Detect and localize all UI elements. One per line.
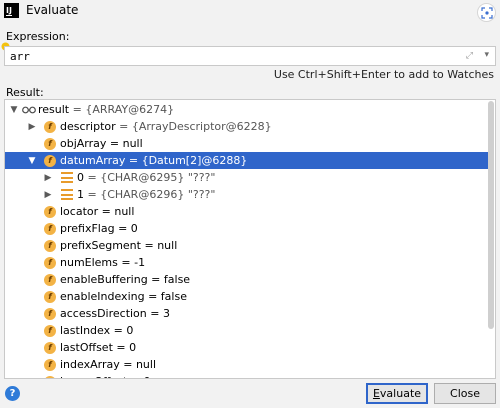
tree-scrollbar[interactable] xyxy=(488,101,494,329)
tree-row-label: lastIndex = 0 xyxy=(60,324,134,337)
tree-row-label: descriptor = {ArrayDescriptor@6228} xyxy=(60,120,272,133)
result-tree[interactable]: ▼ result = {ARRAY@6274} ▶ f descriptor =… xyxy=(4,99,496,379)
field-icon: f xyxy=(44,341,56,354)
expand-arrow-icon[interactable]: ▶ xyxy=(27,122,37,132)
tree-row-element-1[interactable]: ▶ 1 = {CHAR@6296} "???" xyxy=(5,186,489,203)
window-title: Evaluate xyxy=(26,3,79,17)
expand-arrow-icon[interactable]: ▶ xyxy=(43,190,53,200)
field-icon: f xyxy=(44,239,56,252)
field-icon: f xyxy=(44,137,56,150)
field-icon: f xyxy=(44,205,56,218)
tree-row-lastindex[interactable]: f lastIndex = 0 xyxy=(5,322,489,339)
tree-row-label: 0 = {CHAR@6295} "???" xyxy=(77,171,216,184)
field-icon: f xyxy=(44,222,56,235)
expression-value: arr xyxy=(10,50,30,63)
help-icon[interactable]: ? xyxy=(5,386,20,401)
field-icon: f xyxy=(44,324,56,337)
title-bar: IJ Evaluate xyxy=(0,0,500,22)
field-icon: f xyxy=(44,358,56,371)
tree-row-objarray[interactable]: f objArray = null xyxy=(5,135,489,152)
tree-row-imageoffset[interactable]: f imageOffset = 0 xyxy=(5,373,489,378)
tree-row-label: enableIndexing = false xyxy=(60,290,187,303)
expression-input[interactable]: arr ⤢ ▾ xyxy=(4,46,496,66)
tree-row-enablebuffering[interactable]: f enableBuffering = false xyxy=(5,271,489,288)
tree-row-label: locator = null xyxy=(60,205,135,218)
tree-row-lastoffset[interactable]: f lastOffset = 0 xyxy=(5,339,489,356)
field-icon: f xyxy=(44,375,56,378)
tree-row-label: prefixSegment = null xyxy=(60,239,178,252)
evaluate-button[interactable]: Evaluate xyxy=(366,383,428,404)
tree-row-label: lastOffset = 0 xyxy=(60,341,137,354)
array-element-icon xyxy=(61,172,73,183)
collapse-arrow-icon[interactable]: ▼ xyxy=(27,156,37,166)
tree-row-label: numElems = -1 xyxy=(60,256,146,269)
tree-row-label: 1 = {CHAR@6296} "???" xyxy=(77,188,216,201)
expand-icon[interactable]: ⤢ xyxy=(466,51,473,61)
tree-row-label: imageOffset = 0 xyxy=(60,375,151,378)
tree-row-label: objArray = null xyxy=(60,137,143,150)
tree-row-numelems[interactable]: f numElems = -1 xyxy=(5,254,489,271)
watch-glasses-icon xyxy=(22,106,36,113)
evaluate-tool-icon[interactable] xyxy=(477,3,496,22)
tree-row-result[interactable]: ▼ result = {ARRAY@6274} xyxy=(5,101,489,118)
tree-row-locator[interactable]: f locator = null xyxy=(5,203,489,220)
collapse-arrow-icon[interactable]: ▼ xyxy=(9,105,19,115)
tree-row-label: enableBuffering = false xyxy=(60,273,191,286)
tree-row-label: prefixFlag = 0 xyxy=(60,222,138,235)
array-element-icon xyxy=(61,189,73,200)
tree-row-prefixsegment[interactable]: f prefixSegment = null xyxy=(5,237,489,254)
history-dropdown-icon[interactable]: ▾ xyxy=(484,50,489,60)
tree-row-indexarray[interactable]: f indexArray = null xyxy=(5,356,489,373)
field-icon: f xyxy=(44,273,56,286)
tree-row-label: accessDirection = 3 xyxy=(60,307,170,320)
field-icon: f xyxy=(44,290,56,303)
tree-row-element-0[interactable]: ▶ 0 = {CHAR@6295} "???" xyxy=(5,169,489,186)
tree-row-accessdirection[interactable]: f accessDirection = 3 xyxy=(5,305,489,322)
tree-row-prefixflag[interactable]: f prefixFlag = 0 xyxy=(5,220,489,237)
close-button[interactable]: Close xyxy=(434,383,496,404)
app-icon: IJ xyxy=(4,3,19,18)
tree-row-label: result = {ARRAY@6274} xyxy=(38,103,175,116)
watches-hint: Use Ctrl+Shift+Enter to add to Watches xyxy=(273,68,494,81)
expression-label: Expression: xyxy=(6,30,70,43)
tree-row-label: datumArray = {Datum[2]@6288} xyxy=(60,154,248,167)
field-icon: f xyxy=(44,256,56,269)
tree-row-label: indexArray = null xyxy=(60,358,156,371)
expand-arrow-icon[interactable]: ▶ xyxy=(43,173,53,183)
result-label: Result: xyxy=(6,86,44,99)
field-icon: f xyxy=(44,307,56,320)
field-icon: f xyxy=(44,120,56,133)
tree-row-descriptor[interactable]: ▶ f descriptor = {ArrayDescriptor@6228} xyxy=(5,118,489,135)
tree-row-enableindexing[interactable]: f enableIndexing = false xyxy=(5,288,489,305)
tree-row-datumarray[interactable]: ▼ f datumArray = {Datum[2]@6288} xyxy=(5,152,489,169)
field-icon: f xyxy=(44,154,56,167)
